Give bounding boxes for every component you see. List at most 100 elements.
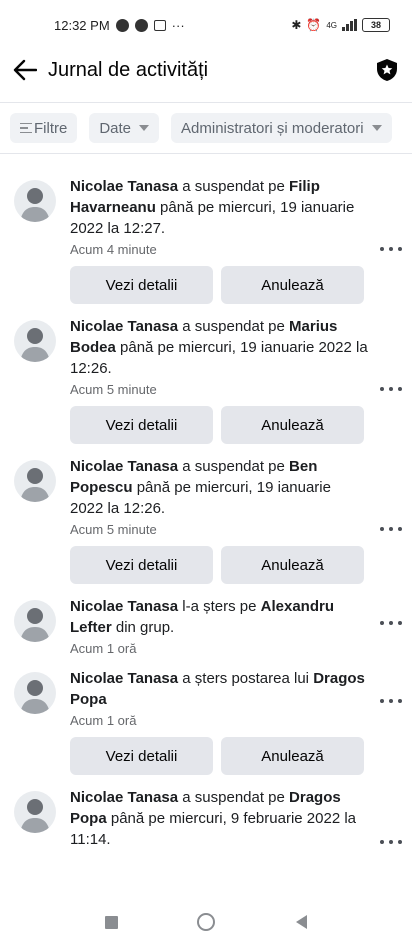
activity-entry: Nicolae Tanasa a suspendat pe Filip Hava… [0, 164, 412, 304]
dot-icon [389, 699, 393, 703]
actor-name[interactable]: Nicolae Tanasa [70, 598, 178, 615]
home-button[interactable] [159, 913, 254, 931]
view-details-button[interactable]: Vezi detalii [70, 737, 213, 775]
avatar[interactable] [14, 180, 56, 222]
system-back-button[interactable] [254, 915, 349, 929]
avatar[interactable] [14, 672, 56, 714]
view-details-button[interactable]: Vezi detalii [70, 546, 213, 584]
entry-actions: Vezi detalii Anulează [70, 406, 364, 444]
dot-icon [380, 527, 384, 531]
action-text: a șters postarea lui [178, 670, 314, 687]
more-notifications-icon: ··· [171, 17, 185, 33]
view-details-button[interactable]: Vezi detalii [70, 266, 213, 304]
network-label: 4G [326, 20, 337, 30]
bluetooth-icon: ✱ [291, 18, 302, 32]
action-text: a suspendat pe [178, 178, 290, 195]
square-icon [104, 915, 118, 929]
entry-text: Nicolae Tanasa a suspendat pe Ben Popesc… [70, 456, 368, 519]
dot-icon [380, 699, 384, 703]
activity-entry: Nicolae Tanasa l-a șters pe Alexandru Le… [0, 584, 412, 656]
timestamp: Acum 4 minute [70, 242, 157, 257]
chip-label: Administratori și moderatori [181, 119, 364, 137]
recent-apps-button[interactable] [64, 915, 159, 929]
user-avatar-icon [20, 188, 50, 222]
status-time: 12:32 PM [54, 17, 110, 33]
status-bar: 12:32 PM ··· ✱ ⏰ 4G 38 [0, 0, 412, 50]
dot-icon [380, 621, 384, 625]
dot-icon [389, 387, 393, 391]
entry-text: Nicolae Tanasa l-a șters pe Alexandru Le… [70, 596, 368, 638]
entry-text: Nicolae Tanasa a suspendat pe Marius Bod… [70, 316, 368, 379]
dot-icon [389, 527, 393, 531]
filter-chip-date[interactable]: Date [89, 113, 160, 143]
filter-chip-filters[interactable]: Filtre [10, 113, 78, 143]
dot-icon [380, 247, 384, 251]
admin-shield-button[interactable] [374, 57, 400, 83]
caret-down-icon [139, 125, 150, 131]
entry-text: Nicolae Tanasa a suspendat pe Filip Hava… [70, 176, 368, 239]
undo-button[interactable]: Anulează [221, 546, 364, 584]
filter-chip-admins[interactable]: Administratori și moderatori [171, 113, 392, 143]
timestamp: Acum 5 minute [70, 382, 157, 397]
app-header: Jurnal de activități [0, 50, 412, 90]
sliders-icon [20, 122, 32, 134]
chip-label: Date [99, 119, 132, 137]
more-options-button[interactable] [380, 244, 402, 254]
caret-down-icon [371, 125, 382, 131]
filter-bar: Filtre Date Administratori și moderatori [0, 102, 412, 154]
dot-icon [398, 527, 402, 531]
actor-name[interactable]: Nicolae Tanasa [70, 670, 178, 687]
entry-text: Nicolae Tanasa a șters postarea lui Drag… [70, 668, 368, 710]
actor-name[interactable]: Nicolae Tanasa [70, 458, 178, 475]
circle-icon [197, 913, 215, 931]
undo-button[interactable]: Anulează [221, 406, 364, 444]
gallery-icon [153, 19, 166, 31]
avatar[interactable] [14, 600, 56, 642]
messenger-icon [115, 18, 129, 32]
undo-button[interactable]: Anulează [221, 737, 364, 775]
actor-name[interactable]: Nicolae Tanasa [70, 318, 178, 335]
system-nav-bar [0, 896, 412, 948]
activity-entry: Nicolae Tanasa a șters postarea lui Drag… [0, 656, 412, 775]
dot-icon [380, 387, 384, 391]
dot-icon [389, 621, 393, 625]
actor-name[interactable]: Nicolae Tanasa [70, 789, 178, 806]
more-options-button[interactable] [380, 618, 402, 628]
alarm-icon: ⏰ [306, 18, 322, 32]
avatar[interactable] [14, 791, 56, 833]
dot-icon [398, 699, 402, 703]
entry-actions: Vezi detalii Anulează [70, 266, 364, 304]
more-options-button[interactable] [380, 696, 402, 706]
action-text: a suspendat pe [178, 318, 290, 335]
battery-icon: 38 [362, 18, 390, 32]
avatar[interactable] [14, 320, 56, 362]
dot-icon [380, 840, 384, 844]
entry-actions: Vezi detalii Anulează [70, 737, 364, 775]
arrow-left-icon [13, 59, 37, 81]
more-options-button[interactable] [380, 384, 402, 394]
action-tail: până pe miercuri, 9 februarie 2022 la 11… [70, 810, 357, 848]
dot-icon [398, 387, 402, 391]
chip-label: Filtre [34, 119, 68, 137]
actor-name[interactable]: Nicolae Tanasa [70, 178, 178, 195]
view-details-button[interactable]: Vezi detalii [70, 406, 213, 444]
action-text: l-a șters pe [178, 598, 261, 615]
dot-icon [398, 840, 402, 844]
user-avatar-icon [20, 328, 50, 362]
action-text: a suspendat pe [178, 458, 290, 475]
avatar[interactable] [14, 460, 56, 502]
undo-button[interactable]: Anulează [221, 266, 364, 304]
user-avatar-icon [20, 680, 50, 714]
timestamp: Acum 1 oră [70, 641, 137, 656]
activity-feed: Nicolae Tanasa a suspendat pe Filip Hava… [0, 154, 412, 850]
more-options-button[interactable] [380, 837, 402, 847]
dot-icon [398, 247, 402, 251]
triangle-back-icon [295, 915, 307, 929]
back-button[interactable] [12, 57, 38, 83]
facebook-icon [134, 18, 148, 32]
dot-icon [398, 621, 402, 625]
more-options-button[interactable] [380, 524, 402, 534]
entry-actions: Vezi detalii Anulează [70, 546, 364, 584]
action-tail: din grup. [111, 619, 175, 636]
user-avatar-icon [20, 799, 50, 833]
